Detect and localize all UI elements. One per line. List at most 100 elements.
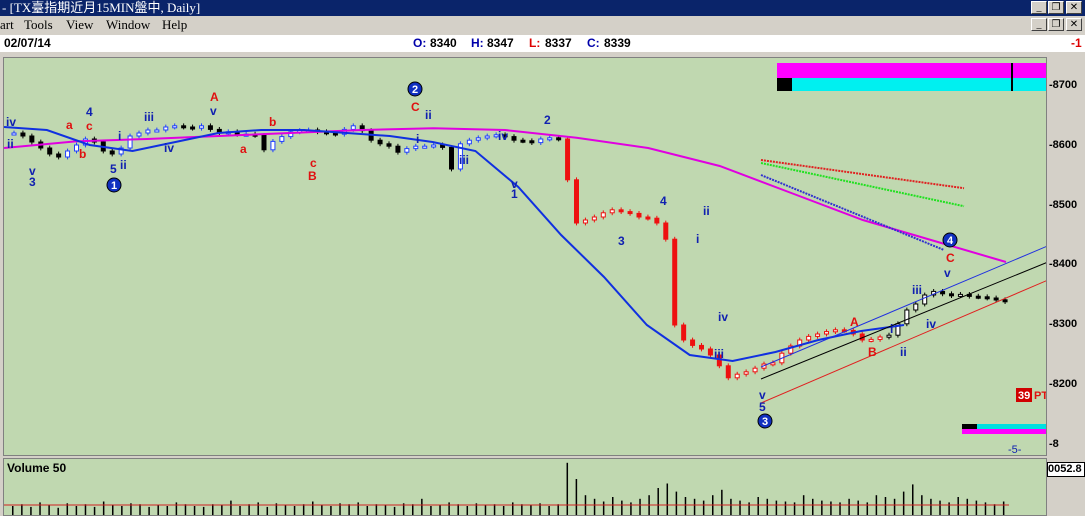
mdi-restore-button[interactable]: ❐ (1048, 18, 1064, 31)
volume-bar (266, 506, 269, 515)
window-title: - [TX臺指期近月15MIN盤中, Daily] (2, 0, 201, 15)
menu-tools[interactable]: Tools (24, 17, 53, 33)
candle-body (404, 148, 410, 153)
volume-bar (357, 502, 359, 515)
wave-label: iii (912, 283, 922, 297)
volume-bar (702, 500, 705, 515)
wave-label: 5 (759, 400, 766, 414)
volume-bar (939, 500, 941, 515)
volume-bar (484, 505, 487, 515)
volume-bar (566, 462, 569, 515)
candle-body (645, 216, 651, 220)
candle-body (591, 216, 597, 221)
volume-bar (202, 506, 205, 515)
candle-body (74, 144, 79, 152)
volume-bar (230, 500, 232, 515)
candle-body (832, 329, 838, 333)
candle-body (636, 212, 642, 218)
close-button[interactable]: ✕ (1066, 1, 1082, 14)
price-chart[interactable]: iv ii v 3 a 4 c b i ii 5 1 iii iv Av b a c B 2 Cii i iii iv v 1 2 3… (3, 57, 1047, 456)
volume-bar (812, 498, 814, 515)
volume-bar (175, 502, 178, 515)
candle-body (904, 309, 910, 325)
indicator-marker (777, 78, 792, 91)
volume-bar (57, 507, 59, 515)
volume-bar (466, 506, 469, 515)
wave-label: 4 (660, 194, 667, 208)
candle-body (529, 140, 535, 144)
candle-body (949, 293, 954, 297)
volume-bar (602, 501, 605, 515)
candle-body (261, 134, 267, 151)
bottom-bar-magenta (962, 429, 1046, 434)
volume-bar (12, 506, 14, 515)
volume-bar (512, 502, 514, 515)
title-bar: - [TX臺指期近月15MIN盤中, Daily] _ ❐ ✕ (0, 0, 1085, 16)
menu-chart[interactable]: art (0, 17, 14, 33)
volume-bar (639, 498, 641, 515)
wave-label: iii (144, 110, 154, 124)
candle-body (681, 324, 687, 341)
volume-bar (239, 506, 241, 515)
wave-label: B (308, 169, 317, 183)
candle-body (940, 290, 946, 295)
wave-label: iv (926, 317, 936, 331)
wave-label: v (210, 104, 217, 118)
candle-body (913, 303, 919, 311)
volume-bar (366, 506, 369, 515)
volume-bar (184, 504, 187, 515)
mdi-close-button[interactable]: ✕ (1066, 18, 1082, 31)
candle-body (538, 138, 544, 144)
candle-body (65, 150, 71, 158)
volume-bar (430, 506, 432, 515)
wave-label: A (850, 315, 859, 329)
restore-button[interactable]: ❐ (1048, 1, 1064, 14)
volume-bar (321, 505, 323, 515)
candle-body (449, 146, 454, 170)
volume-bar (157, 505, 159, 515)
candle-body (868, 338, 874, 342)
volume-bar (48, 505, 50, 515)
candle-body (475, 137, 481, 141)
low-value: 8337 (545, 36, 572, 50)
wave-label: iii (459, 153, 469, 167)
volume-bar (957, 497, 959, 515)
price-tick-label: -8600 (1049, 138, 1078, 151)
wave-label: 4 (947, 235, 954, 247)
menu-window[interactable]: Window (106, 17, 150, 33)
volume-bar (993, 504, 996, 515)
menu-view[interactable]: View (66, 17, 93, 33)
price-tick-label: -8700 (1049, 79, 1078, 91)
candle-body (922, 294, 928, 305)
volume-bar (493, 504, 496, 515)
wave-label: i (416, 132, 419, 146)
volume-bar (221, 505, 223, 515)
volume-bar (848, 498, 850, 515)
volume-chart[interactable]: Volume 50 (3, 458, 1047, 516)
candle-body (699, 344, 704, 350)
volume-bar (330, 506, 332, 515)
volume-bar (375, 504, 378, 515)
minimize-button[interactable]: _ (1031, 1, 1047, 14)
volume-bar (39, 502, 41, 515)
wave-label: C (411, 100, 420, 114)
volume-bar (721, 489, 723, 515)
ohlc-bar: 02/07/14 O: 8340 H: 8347 L: 8337 C: 8339… (0, 35, 1085, 52)
menu-help[interactable]: Help (162, 17, 187, 33)
mdi-minimize-button[interactable]: _ (1031, 18, 1047, 31)
volume-bar (630, 502, 632, 515)
candle-body (279, 136, 285, 142)
wave-label: ii (900, 345, 907, 359)
candle-body (618, 209, 624, 213)
candle-body (654, 217, 660, 224)
wave-label: 1 (111, 180, 117, 192)
candle-body (752, 367, 758, 373)
wave-label: iv (164, 141, 174, 155)
price-tick-label: -8200 (1049, 378, 1078, 390)
wave-label: 3 (29, 175, 36, 189)
candle-body (600, 212, 606, 218)
volume-bar (775, 500, 778, 515)
volume-bar (112, 505, 114, 515)
volume-bar (93, 506, 96, 515)
wave-label: B (868, 345, 877, 359)
